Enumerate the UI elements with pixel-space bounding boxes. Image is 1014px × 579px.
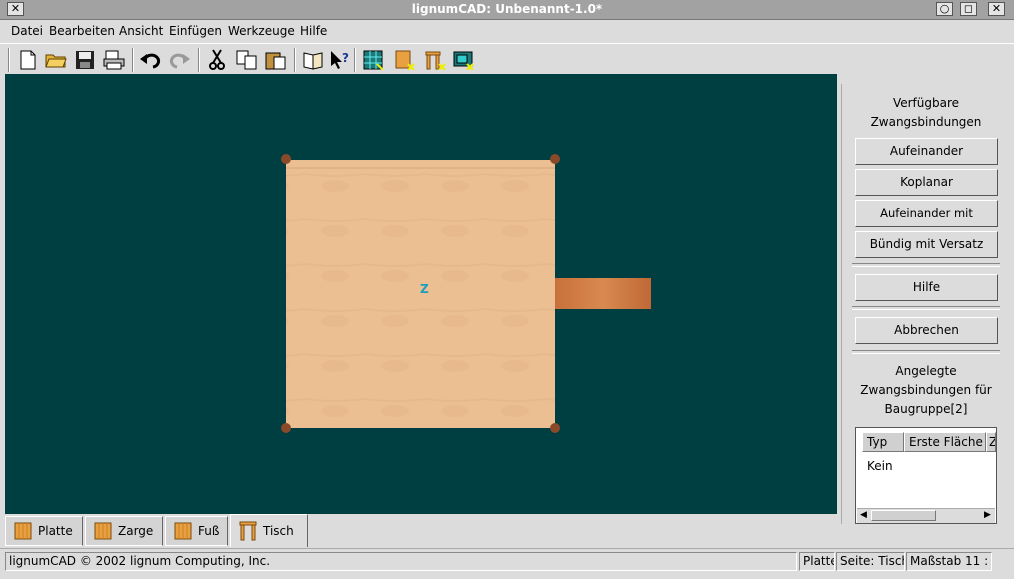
paste-icon[interactable]	[264, 48, 288, 72]
menu-hilfe[interactable]: Hilfe	[300, 24, 327, 38]
corner-handle[interactable]	[281, 154, 291, 164]
minimize-icon[interactable]: ○	[936, 2, 953, 16]
horizontal-scrollbar[interactable]: ◀ ▶	[857, 508, 995, 523]
menu-werkzeuge[interactable]: Werkzeuge	[228, 24, 295, 38]
constraints-table[interactable]: Typ Erste Fläche Z Kein ◀ ▶	[855, 427, 997, 524]
board-icon	[14, 522, 32, 540]
title-bar: ✕ lignumCAD: Unbenannt-1.0* ○ ◻ ✕	[0, 0, 1014, 20]
tab-zarge[interactable]: Zarge	[85, 516, 163, 546]
available-heading-line1: Verfügbare	[892, 96, 960, 110]
page-tabs: Platte Zarge Fuß Tisch	[5, 514, 837, 548]
table-row[interactable]: Kein	[867, 459, 893, 473]
toolbar-separator	[198, 48, 200, 72]
divider	[852, 350, 1000, 354]
tab-label: Platte	[38, 524, 73, 538]
toolbar-separator	[294, 48, 296, 72]
created-heading-line2: Zwangsbindungen für	[860, 383, 992, 397]
status-scale: Maßstab 11 : 1	[906, 552, 992, 571]
undo-icon[interactable]	[138, 48, 162, 72]
tab-platte[interactable]: Platte	[5, 516, 83, 546]
rail-icon	[94, 522, 112, 540]
column-header-typ[interactable]: Typ	[862, 432, 904, 452]
koplanar-button[interactable]: Koplanar	[855, 169, 998, 196]
menu-einfuegen[interactable]: Einfügen	[169, 24, 222, 38]
redo-icon[interactable]	[168, 48, 192, 72]
menu-ansicht[interactable]: Ansicht	[119, 24, 163, 38]
tab-label: Fuß	[198, 524, 220, 538]
status-bar: lignumCAD © 2002 lignum Computing, Inc. …	[0, 548, 1014, 573]
aufeinander-mit-abstand-button[interactable]: Aufeinander mit Abstand	[855, 200, 998, 245]
available-heading-line2: Zwangsbindungen	[870, 115, 982, 129]
z-axis-label: Z	[420, 282, 429, 296]
buendig-mit-versatz-button[interactable]: Bündig mit Versatz	[855, 231, 998, 258]
created-heading-line1: Angelegte	[895, 364, 957, 378]
board-icon[interactable]	[393, 48, 417, 72]
created-heading-line3: Baugruppe[2]	[884, 402, 968, 416]
scrollbar-thumb[interactable]	[871, 510, 936, 521]
leg-icon	[174, 522, 192, 540]
divider	[852, 263, 1000, 267]
column-header-erste-flaeche[interactable]: Erste Fläche	[904, 432, 986, 452]
corner-handle[interactable]	[281, 423, 291, 433]
toolbar: ?	[0, 43, 1014, 75]
window-title: lignumCAD: Unbenannt-1.0*	[411, 2, 603, 16]
grid-icon[interactable]	[362, 48, 386, 72]
menu-datei[interactable]: Datei	[11, 24, 43, 38]
copy-icon[interactable]	[235, 48, 259, 72]
tab-label: Tisch	[263, 524, 294, 538]
menu-bar: Datei Bearbeiten Ansicht Einfügen Werkze…	[0, 20, 1014, 42]
scroll-right-icon[interactable]: ▶	[984, 510, 991, 520]
menu-bearbeiten[interactable]: Bearbeiten	[49, 24, 115, 38]
abbrechen-button[interactable]: Abbrechen	[855, 317, 998, 344]
corner-handle[interactable]	[550, 154, 560, 164]
toolbar-grip	[8, 48, 10, 72]
divider	[852, 306, 1000, 310]
close-window-icon[interactable]: ✕	[988, 2, 1005, 16]
status-page: Seite: Tisch	[836, 552, 905, 571]
scroll-left-icon[interactable]: ◀	[860, 510, 867, 520]
assembly-icon[interactable]	[452, 48, 476, 72]
hilfe-button[interactable]: Hilfe	[855, 274, 998, 301]
table-icon	[239, 521, 257, 541]
save-icon[interactable]	[73, 48, 97, 72]
table-icon[interactable]	[423, 48, 447, 72]
aufeinander-button[interactable]: Aufeinander	[855, 138, 998, 165]
toolbar-separator	[354, 48, 356, 72]
corner-handle[interactable]	[550, 423, 560, 433]
status-copyright: lignumCAD © 2002 lignum Computing, Inc.	[5, 552, 797, 571]
tab-fuss[interactable]: Fuß	[165, 516, 228, 546]
column-header-z[interactable]: Z	[986, 432, 996, 452]
whats-this-icon[interactable]: ?	[328, 48, 352, 72]
tab-label: Zarge	[118, 524, 154, 538]
new-file-icon[interactable]	[16, 48, 40, 72]
cut-icon[interactable]	[205, 48, 229, 72]
manual-icon[interactable]	[301, 48, 325, 72]
maximize-icon[interactable]: ◻	[960, 2, 977, 16]
toolbar-separator	[132, 48, 134, 72]
print-icon[interactable]	[102, 48, 126, 72]
tab-tisch[interactable]: Tisch	[230, 514, 308, 547]
svg-text:?: ?	[342, 51, 349, 65]
apron-rail[interactable]	[555, 278, 651, 309]
drawing-canvas[interactable]: Z	[5, 74, 837, 514]
open-folder-icon[interactable]	[44, 48, 68, 72]
status-part: Platte	[799, 552, 835, 571]
